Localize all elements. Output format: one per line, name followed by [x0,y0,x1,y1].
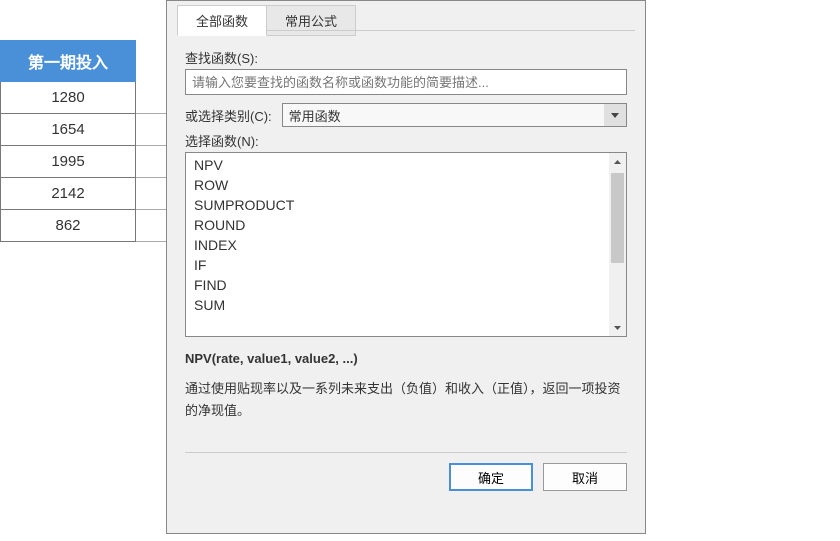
data-cell-empty[interactable] [136,146,166,178]
data-cell-empty[interactable] [136,82,166,114]
data-cell-empty[interactable] [136,114,166,146]
scrollbar[interactable] [609,153,626,336]
chevron-down-icon[interactable] [604,104,626,126]
list-item[interactable]: SUM [186,295,626,315]
data-cell[interactable]: 1995 [0,146,136,178]
list-item[interactable]: INDEX [186,235,626,255]
list-item[interactable]: ROUND [186,215,626,235]
column-header: 第一期投入 [0,40,136,82]
list-item[interactable]: FIND [186,275,626,295]
scroll-down-icon[interactable] [609,319,626,336]
select-function-label: 选择函数(N): [185,131,627,150]
scroll-up-icon[interactable] [609,153,626,170]
ok-button[interactable]: 确定 [449,463,533,491]
list-item[interactable]: SUMPRODUCT [186,195,626,215]
data-cell[interactable]: 1654 [0,114,136,146]
divider [185,452,627,453]
data-cell-empty[interactable] [136,178,166,210]
list-item[interactable]: NPV [186,155,626,175]
category-select[interactable]: 常用函数 [282,103,627,127]
function-signature: NPV(rate, value1, value2, ...) [185,351,627,366]
list-item[interactable]: ROW [186,175,626,195]
data-cell[interactable]: 2142 [0,178,136,210]
spreadsheet-fragment: 第一期投入 1280 1654 1995 2142 862 [0,40,166,242]
data-cell[interactable]: 1280 [0,82,136,114]
insert-function-dialog: 全部函数 常用公式 查找函数(S): 或选择类别(C): 常用函数 选择函数(N… [166,0,646,534]
cancel-button[interactable]: 取消 [543,463,627,491]
data-cell[interactable]: 862 [0,210,136,242]
function-description: 通过使用贴现率以及一系列未来支出（负值）和收入（正值），返回一项投资的净现值。 [185,378,627,422]
function-listbox[interactable]: NPV ROW SUMPRODUCT ROUND INDEX IF FIND S… [185,152,627,337]
data-cell-empty[interactable] [136,210,166,242]
list-item[interactable]: IF [186,255,626,275]
category-value: 常用函数 [289,106,341,125]
tab-all-functions[interactable]: 全部函数 [177,5,267,36]
tab-common-formulas[interactable]: 常用公式 [266,5,356,36]
scroll-thumb[interactable] [611,173,624,263]
search-label: 查找函数(S): [185,48,627,67]
search-input[interactable] [185,69,627,95]
category-label: 或选择类别(C): [185,106,272,125]
